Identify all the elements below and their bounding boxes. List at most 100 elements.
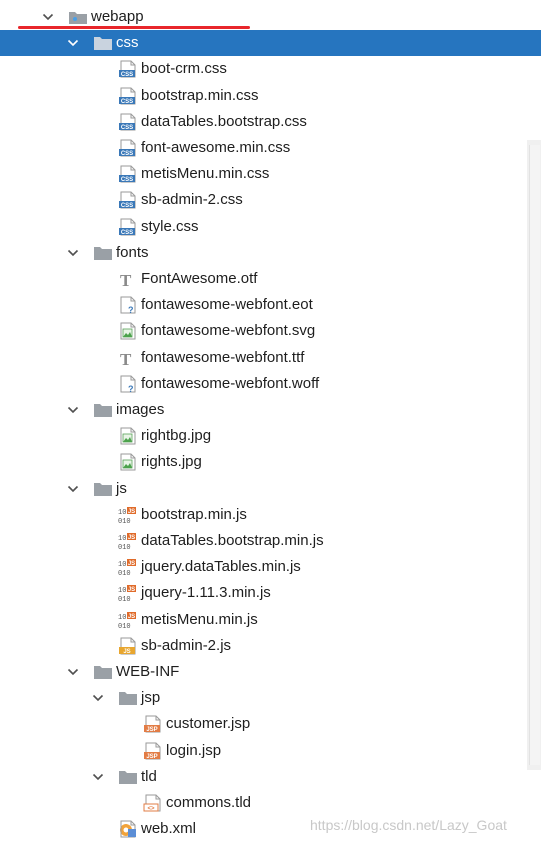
svg-text:10: 10: [118, 561, 126, 569]
tree-row-font-awesome-min-css[interactable]: CSS font-awesome.min.css: [0, 135, 541, 161]
tree-item-label: jsp: [141, 689, 161, 707]
tree-item-label: style.css: [141, 217, 199, 235]
tree-row-tld[interactable]: tld: [0, 764, 541, 790]
tree-row-web-inf[interactable]: WEB-INF: [0, 659, 541, 685]
chevron-down-icon[interactable]: [67, 482, 79, 494]
tree-row-fontawesome-webfont-eot[interactable]: ? fontawesome-webfont.eot: [0, 292, 541, 318]
tree-item-label: fontawesome-webfont.svg: [141, 322, 316, 340]
svg-text:010: 010: [118, 570, 131, 576]
minjs-file-icon: 10 010 JS: [118, 584, 138, 604]
tree-item-label: fontawesome-webfont.eot: [141, 296, 313, 314]
tree-row-fonts[interactable]: fonts: [0, 240, 541, 266]
folder-icon: [93, 34, 113, 52]
tree-row-commons-tld[interactable]: <> commons.tld: [0, 790, 541, 816]
tree-row-sb-admin-2-css[interactable]: CSS sb-admin-2.css: [0, 187, 541, 213]
svg-text:<>: <>: [147, 806, 155, 812]
tree-row-customer-jsp[interactable]: JSP customer.jsp: [0, 711, 541, 737]
tree-item-label: webapp: [91, 8, 144, 25]
css-file-icon: CSS: [118, 113, 138, 131]
tree-row-fontawesome-otf[interactable]: T FontAwesome.otf: [0, 266, 541, 292]
css-file-icon: CSS: [118, 218, 138, 236]
tree-item-label: login.jsp: [166, 741, 222, 759]
svg-text:CSS: CSS: [121, 203, 133, 209]
tree-item-label: rights.jpg: [141, 453, 202, 471]
scrollbar-thumb[interactable]: [529, 145, 540, 765]
watermark: https://blog.csdn.net/Lazy_Goat: [310, 817, 507, 833]
tree-row-boot-crm-css[interactable]: CSS boot-crm.css: [0, 56, 541, 82]
svg-text:CSS: CSS: [121, 151, 133, 157]
tree-item-label: dataTables.bootstrap.css: [141, 112, 307, 130]
svg-text:010: 010: [118, 623, 131, 629]
tree-row-js[interactable]: js: [0, 476, 541, 502]
xml-file-icon: [118, 820, 138, 838]
svg-text:JS: JS: [128, 509, 135, 515]
tree-row-jsp[interactable]: jsp: [0, 685, 541, 711]
tree-row-bootstrap-min-css[interactable]: CSS bootstrap.min.css: [0, 83, 541, 109]
svg-text:JS: JS: [128, 561, 135, 567]
svg-text:T: T: [120, 271, 132, 288]
chevron-down-icon[interactable]: [67, 36, 79, 48]
tree-row-css[interactable]: css: [0, 30, 541, 57]
tree-item-label: sb-admin-2.js: [141, 636, 232, 654]
tree-row-fontawesome-webfont-ttf[interactable]: Tfontawesome-webfont.ttf: [0, 345, 541, 371]
jsp-file-icon: JSP: [143, 742, 163, 760]
tree-item-label: fontawesome-webfont.woff: [141, 374, 320, 392]
tree-item-label: WEB-INF: [116, 663, 180, 680]
tree-item-label: commons.tld: [166, 794, 252, 811]
tree-row-jquery-datatables-min-js[interactable]: 10 010 JS jquery.dataTables.min.js: [0, 554, 541, 580]
tree-item-label: fonts: [116, 243, 149, 261]
tree-row-metismenu-min-js[interactable]: 10 010 JS metisMenu.min.js: [0, 607, 541, 633]
folder-icon: [93, 401, 113, 419]
image-file-icon: [118, 427, 138, 445]
svg-text:CSS: CSS: [121, 230, 133, 236]
chevron-down-icon[interactable]: [67, 246, 79, 258]
unknown-file-icon: ?: [118, 296, 138, 315]
svg-text:JS: JS: [128, 535, 135, 541]
tree-item-label: sb-admin-2.css: [141, 191, 243, 209]
tree-item-label: bootstrap.min.js: [141, 505, 247, 523]
svg-text:CSS: CSS: [121, 177, 133, 183]
tree-row-rights-jpg[interactable]: rights.jpg: [0, 449, 541, 475]
minjs-file-icon: 10 010 JS: [118, 506, 138, 526]
tree-row-datatables-bootstrap-css[interactable]: CSS dataTables.bootstrap.css: [0, 109, 541, 135]
svg-text:JS: JS: [128, 614, 135, 620]
svg-text:10: 10: [118, 509, 126, 517]
svg-text:10: 10: [118, 587, 126, 595]
jsp-file-icon: JSP: [143, 715, 163, 733]
tree-row-style-css[interactable]: CSS style.css: [0, 214, 541, 240]
tree-item-label: customer.jsp: [166, 715, 251, 733]
tree-item-label: web.xml: [141, 820, 197, 838]
css-file-icon: CSS: [118, 60, 138, 78]
svg-text:010: 010: [118, 518, 131, 524]
tree-row-datatables-bootstrap-min-js[interactable]: 10 010 JS dataTables.bootstrap.min.js: [0, 528, 541, 554]
tree-row-fontawesome-webfont-svg[interactable]: fontawesome-webfont.svg: [0, 318, 541, 344]
chevron-down-icon[interactable]: [67, 665, 79, 677]
tree-item-label: js: [116, 479, 127, 497]
chevron-down-icon[interactable]: [67, 403, 79, 415]
folder-icon: [93, 480, 113, 498]
minjs-file-icon: 10 010 JS: [118, 611, 138, 631]
tree-row-login-jsp[interactable]: JSP login.jsp: [0, 738, 541, 764]
css-file-icon: CSS: [118, 139, 138, 157]
folder-icon: [118, 768, 138, 786]
chevron-down-icon[interactable]: [92, 691, 104, 703]
tree-row-sb-admin-2-js[interactable]: JS sb-admin-2.js: [0, 633, 541, 659]
tree-row-fontawesome-webfont-woff[interactable]: ? fontawesome-webfont.woff: [0, 371, 541, 397]
tree-row-jquery-1-11-3-min-js[interactable]: 10 010 JS jquery-1.11.3.min.js: [0, 580, 541, 606]
chevron-down-icon[interactable]: [42, 10, 54, 22]
chevron-down-icon[interactable]: [92, 770, 104, 782]
tree-item-label: images: [116, 401, 165, 418]
tree-row-metismenu-min-css[interactable]: CSS metisMenu.min.css: [0, 161, 541, 187]
tree-item-label: css: [116, 34, 139, 52]
folder-icon: [93, 663, 113, 681]
svg-text:CSS: CSS: [121, 72, 133, 78]
tree-row-rightbg-jpg[interactable]: rightbg.jpg: [0, 423, 541, 449]
css-file-icon: CSS: [118, 87, 138, 105]
svg-text:T: T: [120, 350, 132, 367]
tree-row-bootstrap-min-js[interactable]: 10 010 JS bootstrap.min.js: [0, 502, 541, 528]
red-underline-annotation: [18, 26, 250, 29]
font-file-icon: T: [118, 349, 138, 369]
tree-row-images[interactable]: images: [0, 397, 541, 423]
svg-text:?: ?: [128, 384, 134, 393]
tree-item-label: jquery.dataTables.min.js: [141, 558, 301, 576]
